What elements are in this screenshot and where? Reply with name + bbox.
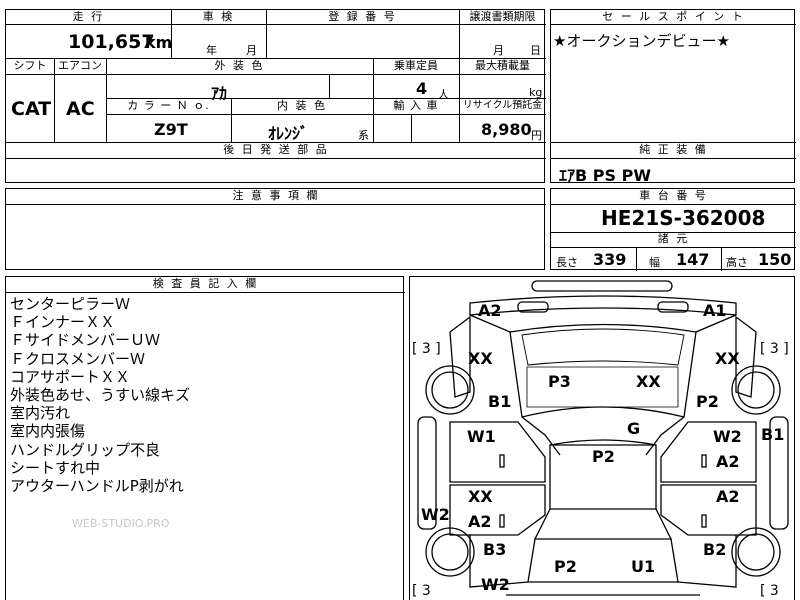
label-p3: P3 (548, 372, 571, 391)
inspector-line: コアサポートＸＸ (10, 367, 131, 386)
label-b3: B3 (483, 540, 507, 559)
recycle-unit: 円 (531, 129, 542, 142)
color-no-value: Z9T (154, 120, 188, 139)
inspection-year: 年 (206, 44, 217, 57)
inspection-month: 月 (246, 44, 257, 57)
inspector-line: 室内汚れ (10, 404, 71, 423)
vehicle-info-table: 走 行 車 検 登 録 番 号 譲渡書類期限 101,657 km 年 月 月 … (5, 9, 546, 183)
inspector-line: ハンドルグリップ不良 (10, 440, 161, 459)
br-bracket: [ 3 (760, 583, 779, 599)
shift-value: CAT (11, 98, 52, 120)
label-a2-rf: A2 (716, 452, 740, 471)
interior-color-value: ｵﾚﾝｼﾞ (268, 124, 309, 143)
interior-color-header: 内 装 色 (277, 99, 327, 112)
label-xx-fr: XX (715, 349, 740, 368)
transfer-month: 月 (493, 44, 504, 57)
capacity-value: 4 (416, 79, 428, 98)
label-xx-hood: XX (636, 372, 661, 391)
sales-point-header: セ ー ル ス ポ イ ン ト (602, 10, 745, 23)
label-b1-left: B1 (488, 392, 512, 411)
length-label: 長さ (556, 256, 578, 269)
label-g: G (627, 419, 641, 438)
width-value: 147 (676, 250, 710, 269)
shift-header: シフト (13, 59, 47, 72)
bl-bracket: [ 3 (412, 583, 431, 599)
equipment-header: 純 正 装 備 (639, 143, 708, 156)
ac-value: AC (66, 98, 95, 120)
inspector-header: 検 査 員 記 入 欄 (152, 277, 259, 290)
label-xx-rl: XX (468, 487, 493, 506)
import-header: 輸 入 車 (393, 99, 439, 112)
label-w1: W1 (467, 427, 496, 446)
label-p2-right: P2 (696, 392, 719, 411)
recycle-header: リサイクル預託金 (462, 100, 543, 111)
inspector-line: 室内内張傷 (10, 422, 86, 441)
width-label: 幅 (649, 256, 660, 269)
car-diagram: [ 3 ] [ 3 ] [ 3 [ 3 A2 A1 XX XX P3 XX B1… (409, 276, 795, 600)
label-p2-trunk: P2 (554, 557, 577, 576)
watermark: WEB-STUDIO.PRO (72, 517, 170, 530)
inspector-line: センターピラーＷ (10, 295, 131, 313)
inspector-box: 検 査 員 記 入 欄 センターピラーＷ ＦインナーＸＸ ＦサイドメンバーＵＷ Ｆクロ… (5, 276, 405, 600)
height-value: 150 (758, 250, 792, 269)
label-b2: B2 (703, 540, 727, 559)
tl-bracket: [ 3 ] (412, 341, 441, 357)
max-load-header: 最大積載量 (475, 59, 530, 72)
mileage-header: 走 行 (6, 10, 171, 24)
inspector-line: 外装色あせ、うすい線キズ (10, 386, 191, 404)
interior-color-suffix: 系 (358, 129, 369, 142)
equipment-text: ｴｱB PS PW (559, 166, 651, 185)
height-label: 高さ (726, 256, 748, 269)
inspector-line: ＦサイドメンバーＵＷ (10, 331, 161, 350)
inspection-header: 車 検 (202, 10, 235, 23)
registration-header: 登 録 番 号 (328, 10, 397, 23)
spec-header: 諸 元 (657, 232, 690, 245)
ac-header: エアコン (58, 59, 102, 72)
label-a2-top: A2 (478, 301, 502, 320)
label-xx-fl: XX (468, 349, 493, 368)
label-w2-left: W2 (421, 505, 450, 524)
capacity-header: 乗車定員 (394, 59, 438, 72)
chassis-box: 車 台 番 号 HE21S-362008 諸 元 長さ 339 幅 147 高さ… (550, 188, 796, 271)
notes-box: 注 意 事 項 欄 (5, 188, 546, 270)
length-value: 339 (593, 250, 627, 269)
chassis-header: 車 台 番 号 (639, 189, 708, 202)
sales-point-box: セ ー ル ス ポ イ ン ト ★オークションデビュー★ 純 正 装 備 ｴｱB… (550, 9, 796, 185)
label-p2-roof: P2 (592, 447, 615, 466)
label-a2-rr: A2 (716, 487, 740, 506)
notes-header: 注 意 事 項 欄 (232, 189, 320, 202)
sales-point-text: ★オークションデビュー★ (553, 32, 730, 50)
later-parts-header: 後 日 発 送 部 品 (223, 143, 329, 156)
label-w2-rf: W2 (713, 427, 742, 446)
mileage-value: 101,657 (68, 31, 155, 53)
color-no-header: カ ラ ー Ｎ ｏ. (127, 99, 210, 112)
inspector-line: ＦインナーＸＸ (10, 313, 116, 332)
label-a1-top: A1 (703, 301, 727, 320)
inspector-line: アウターハンドルP剥がれ (10, 477, 184, 495)
mileage-unit: km (145, 33, 173, 52)
chassis-value: HE21S-362008 (601, 206, 766, 230)
recycle-value: 8,980 (481, 120, 532, 139)
label-u1: U1 (631, 557, 656, 576)
inspector-line: シートすれ中 (10, 458, 101, 477)
label-a2-rl: A2 (468, 512, 492, 531)
tr-bracket: [ 3 ] (760, 341, 789, 357)
exterior-color-header: 外 装 色 (214, 59, 265, 72)
label-w2-rear: W2 (481, 575, 510, 594)
transfer-header: 譲渡書類期限 (469, 10, 536, 23)
label-b1-right: B1 (761, 425, 785, 444)
inspector-line: ＦクロスメンバーＷ (10, 349, 146, 368)
transfer-day: 日 (530, 44, 541, 57)
